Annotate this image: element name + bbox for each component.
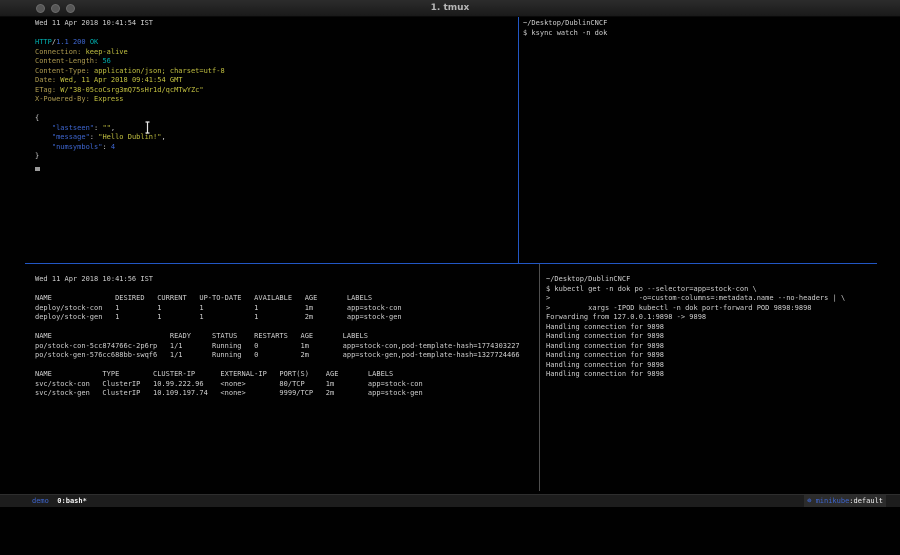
terminal-line: "lastseen": "", [35, 124, 225, 134]
terminal-line: Wed 11 Apr 2018 10:41:56 IST [35, 275, 520, 285]
mouse-ibeam-cursor-icon [143, 119, 152, 138]
terminal-line: NAME TYPE CLUSTER-IP EXTERNAL-IP PORT(S)… [35, 370, 520, 380]
terminal-line: Handling connection for 9898 [546, 351, 845, 361]
terminal-line: HTTP/1.1 200 OK [35, 38, 225, 48]
terminal-line: Handling connection for 9898 [546, 361, 845, 371]
terminal-line: } [35, 152, 225, 162]
terminal-line: po/stock-gen-576cc688bb-swqf6 1/1 Runnin… [35, 351, 520, 361]
terminal-line [35, 361, 520, 371]
tmux-status-kube-context: ☸ minikube:default [804, 495, 886, 507]
terminal-line: > -o=custom-columns=:metadata.name --no-… [546, 294, 845, 304]
terminal-line: Forwarding from 127.0.0.1:9898 -> 9898 [546, 313, 845, 323]
pane-kubectl-resources[interactable]: Wed 11 Apr 2018 10:41:56 IST NAME DESIRE… [35, 275, 520, 399]
terminal-line: ~/Desktop/DublinCNCF [523, 19, 607, 29]
terminal-line [35, 29, 225, 39]
terminal-line: X-Powered-By: Express [35, 95, 225, 105]
terminal-line: Handling connection for 9898 [546, 332, 845, 342]
terminal-line: po/stock-con-5cc874766c-2p6rp 1/1 Runnin… [35, 342, 520, 352]
terminal-line: Content-Length: 56 [35, 57, 225, 67]
terminal-line [35, 323, 520, 333]
pane-http-response[interactable]: Wed 11 Apr 2018 10:41:54 IST HTTP/1.1 20… [35, 19, 225, 162]
terminal-line: "message": "Hello Dublin!", [35, 133, 225, 143]
terminal-line: Handling connection for 9898 [546, 370, 845, 380]
terminal-line: Connection: keep-alive [35, 48, 225, 58]
pane-divider-vertical-bottom[interactable] [539, 264, 540, 491]
terminal-line: NAME DESIRED CURRENT UP-TO-DATE AVAILABL… [35, 294, 520, 304]
tmux-session-window-tab[interactable]: demo 0:bash* [32, 495, 87, 507]
pane-divider-horizontal[interactable] [25, 263, 877, 264]
terminal-line: deploy/stock-gen 1 1 1 1 2m app=stock-ge… [35, 313, 520, 323]
terminal-line: ~/Desktop/DublinCNCF [546, 275, 845, 285]
terminal-block-cursor [35, 167, 40, 171]
terminal-line: Date: Wed, 11 Apr 2018 09:41:54 GMT [35, 76, 225, 86]
terminal-line [35, 105, 225, 115]
terminal-line: deploy/stock-con 1 1 1 1 1m app=stock-co… [35, 304, 520, 314]
terminal-line: Wed 11 Apr 2018 10:41:54 IST [35, 19, 225, 29]
window-title: 1. tmux [0, 3, 900, 13]
terminal-line: ETag: W/"38-05coCsrg3mQ75sHr1d/qcMTwYZc" [35, 86, 225, 96]
terminal-line: { [35, 114, 225, 124]
window-titlebar[interactable]: 1. tmux [0, 0, 900, 17]
terminal-line: > xargs -IPOD kubectl -n dok port-forwar… [546, 304, 845, 314]
terminal-line [35, 285, 520, 295]
terminal-line: $ ksync watch -n dok [523, 29, 607, 39]
terminal-line: NAME READY STATUS RESTARTS AGE LABELS [35, 332, 520, 342]
terminal-line: Content-Type: application/json; charset=… [35, 67, 225, 77]
terminal-line: svc/stock-gen ClusterIP 10.109.197.74 <n… [35, 389, 520, 399]
terminal-line: svc/stock-con ClusterIP 10.99.222.96 <no… [35, 380, 520, 390]
pane-port-forward[interactable]: ~/Desktop/DublinCNCF$ kubectl get -n dok… [546, 275, 845, 380]
terminal-line: "numsymbols": 4 [35, 143, 225, 153]
pane-divider-vertical-top[interactable] [518, 17, 519, 263]
terminal-line: Handling connection for 9898 [546, 342, 845, 352]
terminal-line: Handling connection for 9898 [546, 323, 845, 333]
pane-ksync-watch[interactable]: ~/Desktop/DublinCNCF$ ksync watch -n dok [523, 19, 607, 38]
tmux-status-bar: demo 0:bash* ☸ minikube:default [0, 494, 900, 507]
terminal-line: $ kubectl get -n dok po --selector=app=s… [546, 285, 845, 295]
